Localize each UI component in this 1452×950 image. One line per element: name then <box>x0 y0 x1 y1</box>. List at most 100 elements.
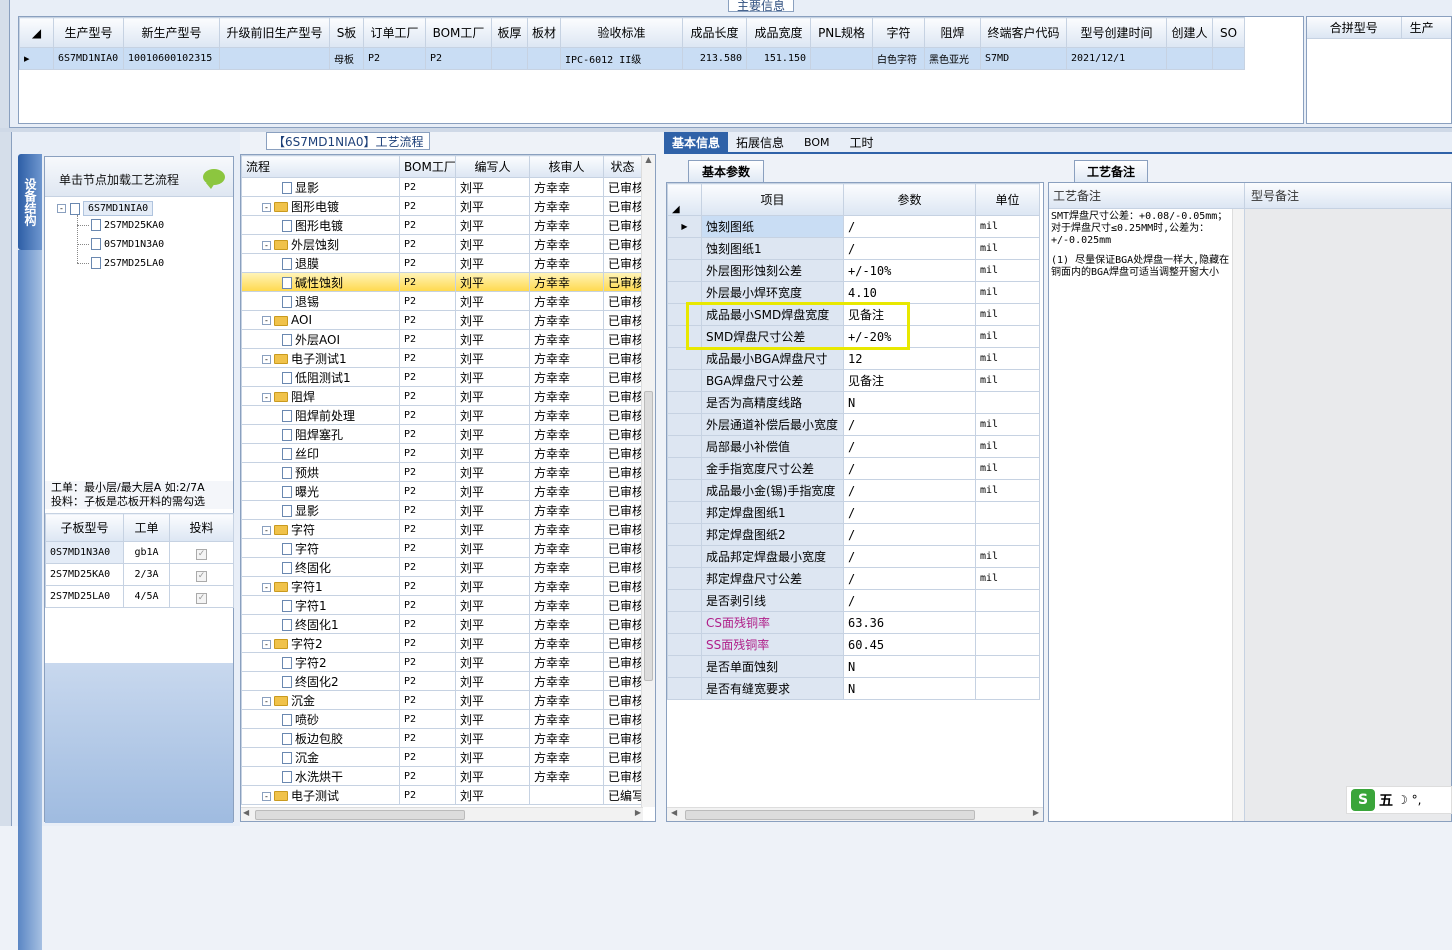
flow-row[interactable]: 终固化 P2 刘平 方幸幸 已审核 <box>241 557 641 577</box>
flow-row[interactable]: - 字符 P2 刘平 方幸幸 已审核 <box>241 519 641 539</box>
cell[interactable]: 2021/12/1 <box>1066 47 1168 70</box>
feeding-checkbox[interactable]: ✓ <box>196 548 207 560</box>
param-value[interactable]: / <box>843 523 976 546</box>
col-header[interactable]: 订单工厂 <box>363 17 426 48</box>
param-row[interactable]: 金手指宽度尺寸公差 / mil <box>667 457 1040 480</box>
device-structure-vtab[interactable]: 设备结构 <box>18 154 42 250</box>
param-row[interactable]: 外层最小焊环宽度 4.10 mil <box>667 281 1040 304</box>
flow-row[interactable]: - 字符1 P2 刘平 方幸幸 已审核 <box>241 576 641 596</box>
tab-bom[interactable]: BOM <box>792 132 842 154</box>
flow-row[interactable]: 喷砂 P2 刘平 方幸幸 已审核 <box>241 709 641 729</box>
param-value[interactable]: / <box>843 215 976 238</box>
param-row[interactable]: 成品最小金(锡)手指宽度 / mil <box>667 479 1040 502</box>
sub-row[interactable]: 0S7MD1N3A0 gb1A ✓ <box>45 541 234 564</box>
param-value[interactable]: +/-10% <box>843 259 976 282</box>
tab-hours[interactable]: 工时 <box>842 132 882 154</box>
flow-row[interactable]: 阻焊塞孔 P2 刘平 方幸幸 已审核 <box>241 424 641 444</box>
param-value[interactable]: 12 <box>843 347 976 370</box>
param-value[interactable]: / <box>843 457 976 480</box>
flow-row[interactable]: 碱性蚀刻 P2 刘平 方幸幸 已审核 <box>241 272 641 292</box>
cell[interactable]: IPC-6012 II级 <box>560 47 684 70</box>
param-row[interactable]: 邦定焊盘图纸1/ <box>667 501 1040 524</box>
col-header[interactable]: 验收标准 <box>560 17 684 48</box>
tree-collapse-icon[interactable]: - <box>262 240 271 250</box>
tree-collapse-icon[interactable]: - <box>262 316 271 325</box>
flow-col-header[interactable]: 流程 <box>241 155 400 178</box>
flow-col-header[interactable]: 核审人 <box>529 155 604 178</box>
sub-row[interactable]: 2S7MD25KA0 2/3A ✓ <box>45 563 234 586</box>
flow-row[interactable]: - 字符2 P2 刘平 方幸幸 已审核 <box>241 633 641 653</box>
tab-extended-info[interactable]: 拓展信息 <box>728 132 792 154</box>
tree-collapse-icon[interactable]: - <box>262 791 271 801</box>
flow-row[interactable]: - 电子测试 P2 刘平 已编写 <box>241 785 641 805</box>
cell[interactable]: 151.150 <box>746 47 812 70</box>
flow-row[interactable]: 终固化2 P2 刘平 方幸幸 已审核 <box>241 671 641 691</box>
param-value[interactable]: 63.36 <box>843 611 976 634</box>
param-row[interactable]: 成品最小BGA焊盘尺寸 12 mil <box>667 347 1040 370</box>
cell[interactable]: 母板 <box>329 47 364 70</box>
param-col-value[interactable]: 参数 <box>843 183 976 216</box>
flow-row[interactable]: - 电子测试1 P2 刘平 方幸幸 已审核 <box>241 348 641 368</box>
flow-row[interactable]: - 图形电镀 P2 刘平 方幸幸 已审核 <box>241 196 641 216</box>
col-header[interactable]: 成品长度 <box>682 17 748 48</box>
param-row[interactable]: 蚀刻图纸1/mil <box>667 237 1040 260</box>
col-header[interactable]: 阻焊 <box>924 17 982 48</box>
param-row[interactable]: 是否单面蚀刻 N <box>667 655 1040 678</box>
param-row[interactable]: ▶ 蚀刻图纸 / mil <box>667 215 1040 238</box>
tree-collapse-icon[interactable]: - <box>262 582 271 592</box>
flow-row[interactable]: 退膜 P2 刘平 方幸幸 已审核 <box>241 253 641 273</box>
flow-row[interactable]: 显影 P2 刘平 方幸幸 已审核 <box>241 177 641 197</box>
flow-row[interactable]: 阻焊前处理 P2 刘平 方幸幸 已审核 <box>241 405 641 425</box>
basic-params-tab[interactable]: 基本参数 <box>688 160 764 182</box>
param-row[interactable]: 成品邦定焊盘最小宽度 / mil <box>667 545 1040 568</box>
col-header[interactable]: 成品宽度 <box>746 17 812 48</box>
sub-col-header[interactable]: 工单 <box>123 513 170 542</box>
flow-row[interactable]: 字符 P2 刘平 方幸幸 已审核 <box>241 538 641 558</box>
cell[interactable]: 10010600102315 <box>123 47 220 70</box>
flow-row[interactable]: - AOI P2 刘平 方幸幸 已审核 <box>241 310 641 330</box>
col-header[interactable]: 型号创建时间 <box>1066 17 1168 48</box>
flow-row[interactable]: 终固化1 P2 刘平 方幸幸 已审核 <box>241 614 641 634</box>
tree-collapse-icon[interactable]: - <box>57 204 66 213</box>
model-remark-textarea[interactable] <box>1247 209 1451 821</box>
cell[interactable]: S7MD <box>980 47 1068 70</box>
param-row[interactable]: 邦定焊盘图纸2/ <box>667 523 1040 546</box>
param-value[interactable]: / <box>843 501 976 524</box>
param-row[interactable]: 外层图形蚀刻公差 +/-10% mil <box>667 259 1040 282</box>
col-header[interactable]: BOM工厂 <box>425 17 492 48</box>
col-header[interactable]: 升级前旧生产型号 <box>219 17 330 48</box>
col-header[interactable]: 创建人 <box>1166 17 1214 48</box>
cell[interactable] <box>810 47 874 70</box>
param-row[interactable]: 是否剥引线 / <box>667 589 1040 612</box>
param-row[interactable]: 邦定焊盘尺寸公差 / mil <box>667 567 1040 590</box>
param-value[interactable]: / <box>843 435 976 458</box>
ime-toolbar[interactable]: S 五 ☽ °, <box>1346 786 1452 814</box>
cell[interactable]: 白色字符 <box>872 47 926 70</box>
param-hscroll-thumb[interactable] <box>685 810 975 820</box>
param-value[interactable]: 4.10 <box>843 281 976 304</box>
col-header[interactable]: 板厚 <box>491 17 528 48</box>
tree-collapse-icon[interactable]: - <box>262 202 271 212</box>
tree-collapse-icon[interactable]: - <box>262 696 271 706</box>
flow-row[interactable]: 外层AOI P2 刘平 方幸幸 已审核 <box>241 329 641 349</box>
cell[interactable]: 6S7MD1NIA0 <box>53 47 124 70</box>
flow-row[interactable]: 显影 P2 刘平 方幸幸 已审核 <box>241 500 641 520</box>
remark-vscroll[interactable] <box>1232 209 1244 821</box>
cell[interactable] <box>491 47 528 70</box>
flow-row[interactable]: 阻抗测试P2刘平方幸幸已审核 <box>241 804 641 805</box>
flow-row[interactable]: 图形电镀 P2 刘平 方幸幸 已审核 <box>241 215 641 235</box>
flow-row[interactable]: 退锡 P2 刘平 方幸幸 已审核 <box>241 291 641 311</box>
col-header[interactable]: 字符 <box>872 17 926 48</box>
param-row[interactable]: BGA焊盘尺寸公差 见备注 mil <box>667 369 1040 392</box>
flow-row[interactable]: 水洗烘干 P2 刘平 方幸幸 已审核 <box>241 766 641 786</box>
tab-basic-info[interactable]: 基本信息 <box>664 132 729 154</box>
cell[interactable] <box>1166 47 1214 70</box>
cell[interactable] <box>219 47 330 70</box>
flow-col-header[interactable]: 状态 <box>603 155 641 178</box>
col-header[interactable]: 新生产型号 <box>123 17 220 48</box>
tree-collapse-icon[interactable]: - <box>262 354 271 364</box>
cell[interactable]: P2 <box>425 47 492 70</box>
param-value[interactable]: 见备注 <box>843 369 976 392</box>
sub-row[interactable]: 2S7MD25LA0 4/5A ✓ <box>45 585 234 608</box>
sub-col-header[interactable]: 子板型号 <box>45 513 124 542</box>
